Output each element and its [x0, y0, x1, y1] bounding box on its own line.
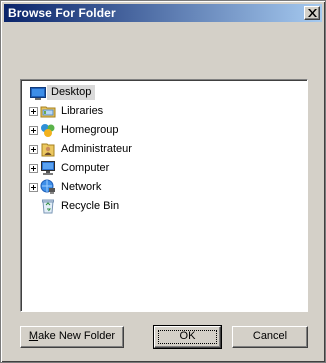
tree-item-libraries[interactable]: Libraries	[21, 102, 291, 120]
tree-item-computer[interactable]: Computer	[21, 159, 291, 177]
tree-item-label: Desktop	[47, 85, 96, 100]
folder-tree[interactable]: Desktop Libraries Homegroup Administrate…	[20, 79, 308, 312]
homegroup-icon	[41, 124, 55, 137]
button-label: Cancel	[252, 330, 288, 342]
expand-icon[interactable]	[29, 164, 38, 173]
tree-item-label: Libraries	[61, 105, 104, 117]
button-label: ake New Folder	[38, 330, 116, 342]
expand-icon[interactable]	[29, 145, 38, 154]
button-label: OK	[179, 330, 196, 342]
tree-item-label: Homegroup	[61, 124, 119, 136]
tree-item-label: Network	[61, 181, 102, 193]
dialog-title: Browse For Folder	[8, 6, 116, 20]
expand-icon[interactable]	[29, 107, 38, 116]
desktop-icon	[30, 87, 46, 100]
mnemonic-letter: M	[28, 330, 39, 342]
ok-button[interactable]: OK	[153, 325, 222, 349]
close-button[interactable]	[304, 6, 320, 20]
make-new-folder-button[interactable]: Make New Folder	[20, 326, 124, 348]
user-folder-icon	[41, 143, 55, 157]
expand-icon[interactable]	[29, 183, 38, 192]
close-icon	[308, 9, 317, 17]
tree-item-label: Computer	[61, 162, 110, 174]
recycle-bin-icon	[42, 199, 54, 214]
network-icon	[40, 179, 55, 194]
browse-folder-dialog: Browse For Folder Desktop Libraries Home…	[0, 0, 326, 363]
tree-item-recycle-bin[interactable]: Recycle Bin	[21, 197, 291, 215]
title-bar[interactable]: Browse For Folder	[4, 4, 322, 22]
libraries-icon	[40, 106, 56, 118]
tree-item-administrateur[interactable]: Administrateur	[21, 140, 291, 158]
tree-item-label: Administrateur	[61, 143, 132, 155]
tree-item-network[interactable]: Network	[21, 178, 291, 196]
expand-icon[interactable]	[29, 126, 38, 135]
tree-item-homegroup[interactable]: Homegroup	[21, 121, 291, 139]
tree-item-label: Recycle Bin	[61, 200, 120, 212]
computer-icon	[41, 161, 55, 175]
tree-item-desktop[interactable]: Desktop	[21, 84, 291, 102]
cancel-button[interactable]: Cancel	[232, 326, 308, 348]
